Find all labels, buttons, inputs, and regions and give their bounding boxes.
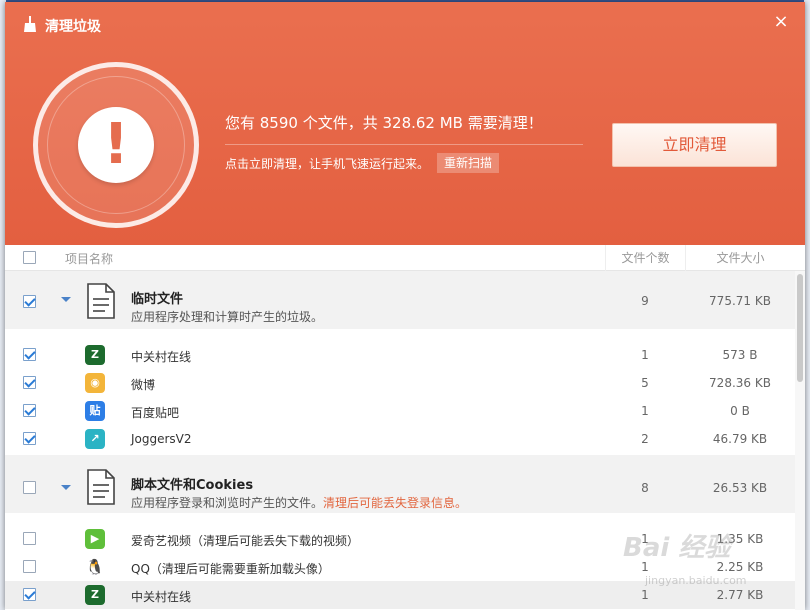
rescan-button[interactable]: 重新扫描 (437, 153, 500, 173)
broom-icon (24, 16, 36, 32)
item-checkbox[interactable] (23, 588, 36, 601)
item-label: QQ（清理后可能需要重新加载头像） (131, 562, 330, 576)
item-label: JoggersV2 (131, 432, 192, 446)
clean-now-button[interactable]: 立即清理 (612, 123, 777, 167)
exclamation-icon: ! (103, 112, 129, 177)
item-label: 爱奇艺视频（清理后可能丢失下载的视频） (131, 534, 360, 548)
list-item[interactable]: 贴 百度贴吧 1 0 B (5, 397, 795, 425)
list-item[interactable]: ◉ 微博 5 728.36 KB (5, 369, 795, 397)
group-desc: 应用程序处理和计算时产生的垃圾。 (131, 308, 323, 325)
item-count: 1 (641, 404, 649, 418)
item-checkbox[interactable] (23, 432, 36, 445)
list-item[interactable]: Z 中关村在线 1 573 B (5, 341, 795, 369)
group-count: 8 (641, 481, 649, 495)
scrollbar-thumb[interactable] (797, 274, 803, 382)
item-checkbox[interactable] (23, 348, 36, 361)
item-label: 中关村在线 (131, 350, 192, 364)
item-size: 0 B (730, 404, 750, 418)
zol-icon: Z (85, 585, 105, 605)
item-checkbox[interactable] (23, 560, 36, 573)
item-label: 百度贴吧 (131, 406, 180, 420)
scan-summary: 您有 8590 个文件，共 328.62 MB 需要清理！ (225, 114, 543, 132)
group-scripts-cookies[interactable]: 脚本文件和Cookies 应用程序登录和浏览时产生的文件。清理后可能丢失登录信息… (5, 455, 795, 513)
group-checkbox[interactable] (23, 295, 36, 308)
script-document-icon (87, 469, 115, 505)
zol-icon: Z (85, 345, 105, 365)
group-desc: 应用程序登录和浏览时产生的文件。清理后可能丢失登录信息。 (131, 494, 467, 511)
group-checkbox[interactable] (23, 481, 36, 494)
item-checkbox[interactable] (23, 404, 36, 417)
dialog-header: 清理垃圾 × ! 您有 8590 个文件，共 328.62 MB 需要清理！ 点… (5, 2, 805, 245)
group-count: 9 (641, 294, 649, 308)
group-desc-text: 应用程序处理和计算时产生的垃圾。 (131, 310, 324, 324)
item-label: 中关村在线 (131, 590, 192, 604)
weibo-icon: ◉ (85, 373, 105, 393)
group-warning: 清理后可能丢失登录信息。 (323, 496, 468, 510)
tieba-icon: 贴 (85, 401, 105, 421)
item-count: 5 (641, 376, 649, 390)
document-icon (87, 283, 115, 319)
item-size: 573 B (722, 348, 758, 362)
group-desc-text: 应用程序登录和浏览时产生的文件。 (131, 496, 324, 510)
qq-icon: 🐧 (85, 557, 105, 577)
item-count: 1 (641, 588, 649, 602)
alert-icon: ! (78, 107, 154, 183)
item-size: 2.77 KB (716, 588, 764, 602)
item-checkbox[interactable] (23, 376, 36, 389)
watermark-url: jingyan.baidu.com (645, 574, 747, 587)
title-bar: 清理垃圾 × (5, 2, 805, 46)
header-divider (225, 144, 583, 145)
chevron-down-icon[interactable] (61, 485, 71, 490)
item-checkbox[interactable] (23, 532, 36, 545)
select-all-checkbox[interactable] (23, 251, 36, 264)
item-size: 728.36 KB (709, 376, 771, 390)
iqiyi-icon: ▶ (85, 529, 105, 549)
item-count: 1 (641, 348, 649, 362)
group-size: 775.71 KB (709, 294, 771, 308)
group-size: 26.53 KB (712, 481, 768, 495)
joggers-icon: ↗ (85, 429, 105, 449)
scan-subline: 点击立即清理，让手机飞速运行起来。 (225, 157, 430, 171)
column-name: 项目名称 (65, 252, 114, 266)
item-count: 2 (641, 432, 649, 446)
column-header: 项目名称 文件个数 文件大小 (5, 245, 805, 271)
column-size: 文件大小 (685, 245, 795, 271)
column-count: 文件个数 (605, 245, 685, 271)
watermark-logo: Bai 经验 (623, 533, 731, 563)
close-button[interactable]: × (771, 12, 791, 32)
group-title: 脚本文件和Cookies (131, 478, 254, 493)
list-item[interactable]: ↗ JoggersV2 2 46.79 KB (5, 425, 795, 453)
clean-dialog: 清理垃圾 × ! 您有 8590 个文件，共 328.62 MB 需要清理！ 点… (5, 2, 805, 610)
chevron-down-icon[interactable] (61, 297, 71, 302)
window-title: 清理垃圾 (45, 19, 101, 35)
group-title: 临时文件 (131, 292, 184, 307)
item-size: 46.79 KB (712, 432, 768, 446)
group-temp-files[interactable]: 临时文件 应用程序处理和计算时产生的垃圾。 9 775.71 KB (5, 271, 795, 329)
item-label: 微博 (131, 378, 156, 392)
